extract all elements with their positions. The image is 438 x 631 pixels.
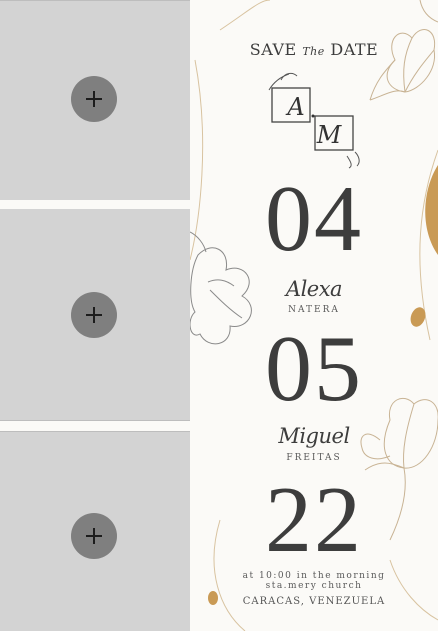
- month-number: 05: [265, 317, 363, 421]
- bride-last-name: NATERA: [288, 305, 340, 315]
- heading-date: DATE: [330, 40, 379, 59]
- year-number: 22: [265, 468, 363, 572]
- add-photo-button-3[interactable]: [71, 513, 117, 559]
- monogram-frame: A M: [268, 72, 360, 169]
- save-the-date-card: SAVE The DATE A M 04 Alexa NATERA 05 Mig…: [190, 0, 438, 631]
- heading-save: SAVE: [249, 40, 297, 59]
- place-line: CARACAS, VENEZUELA: [242, 596, 386, 607]
- bride-first-name: Alexa: [285, 277, 343, 301]
- plus-icon: [86, 91, 102, 107]
- add-photo-button-1[interactable]: [71, 76, 117, 122]
- heading-the: The: [302, 45, 325, 58]
- monogram-right: M: [316, 121, 343, 149]
- plus-icon: [86, 307, 102, 323]
- monogram-left: A: [285, 93, 304, 121]
- photo-slot-1[interactable]: [0, 0, 190, 200]
- groom-last-name: FREITAS: [286, 453, 342, 463]
- groom-first-name: Miguel: [278, 424, 350, 448]
- venue-line: sta.mery church: [265, 581, 363, 591]
- photo-slot-3[interactable]: [0, 431, 190, 631]
- save-the-date-heading: SAVE The DATE: [190, 40, 438, 59]
- day-number: 04: [265, 167, 363, 271]
- plus-icon: [86, 528, 102, 544]
- time-line: at 10:00 in the morning: [242, 571, 386, 581]
- add-photo-button-2[interactable]: [71, 292, 117, 338]
- photo-slot-2[interactable]: [0, 209, 190, 421]
